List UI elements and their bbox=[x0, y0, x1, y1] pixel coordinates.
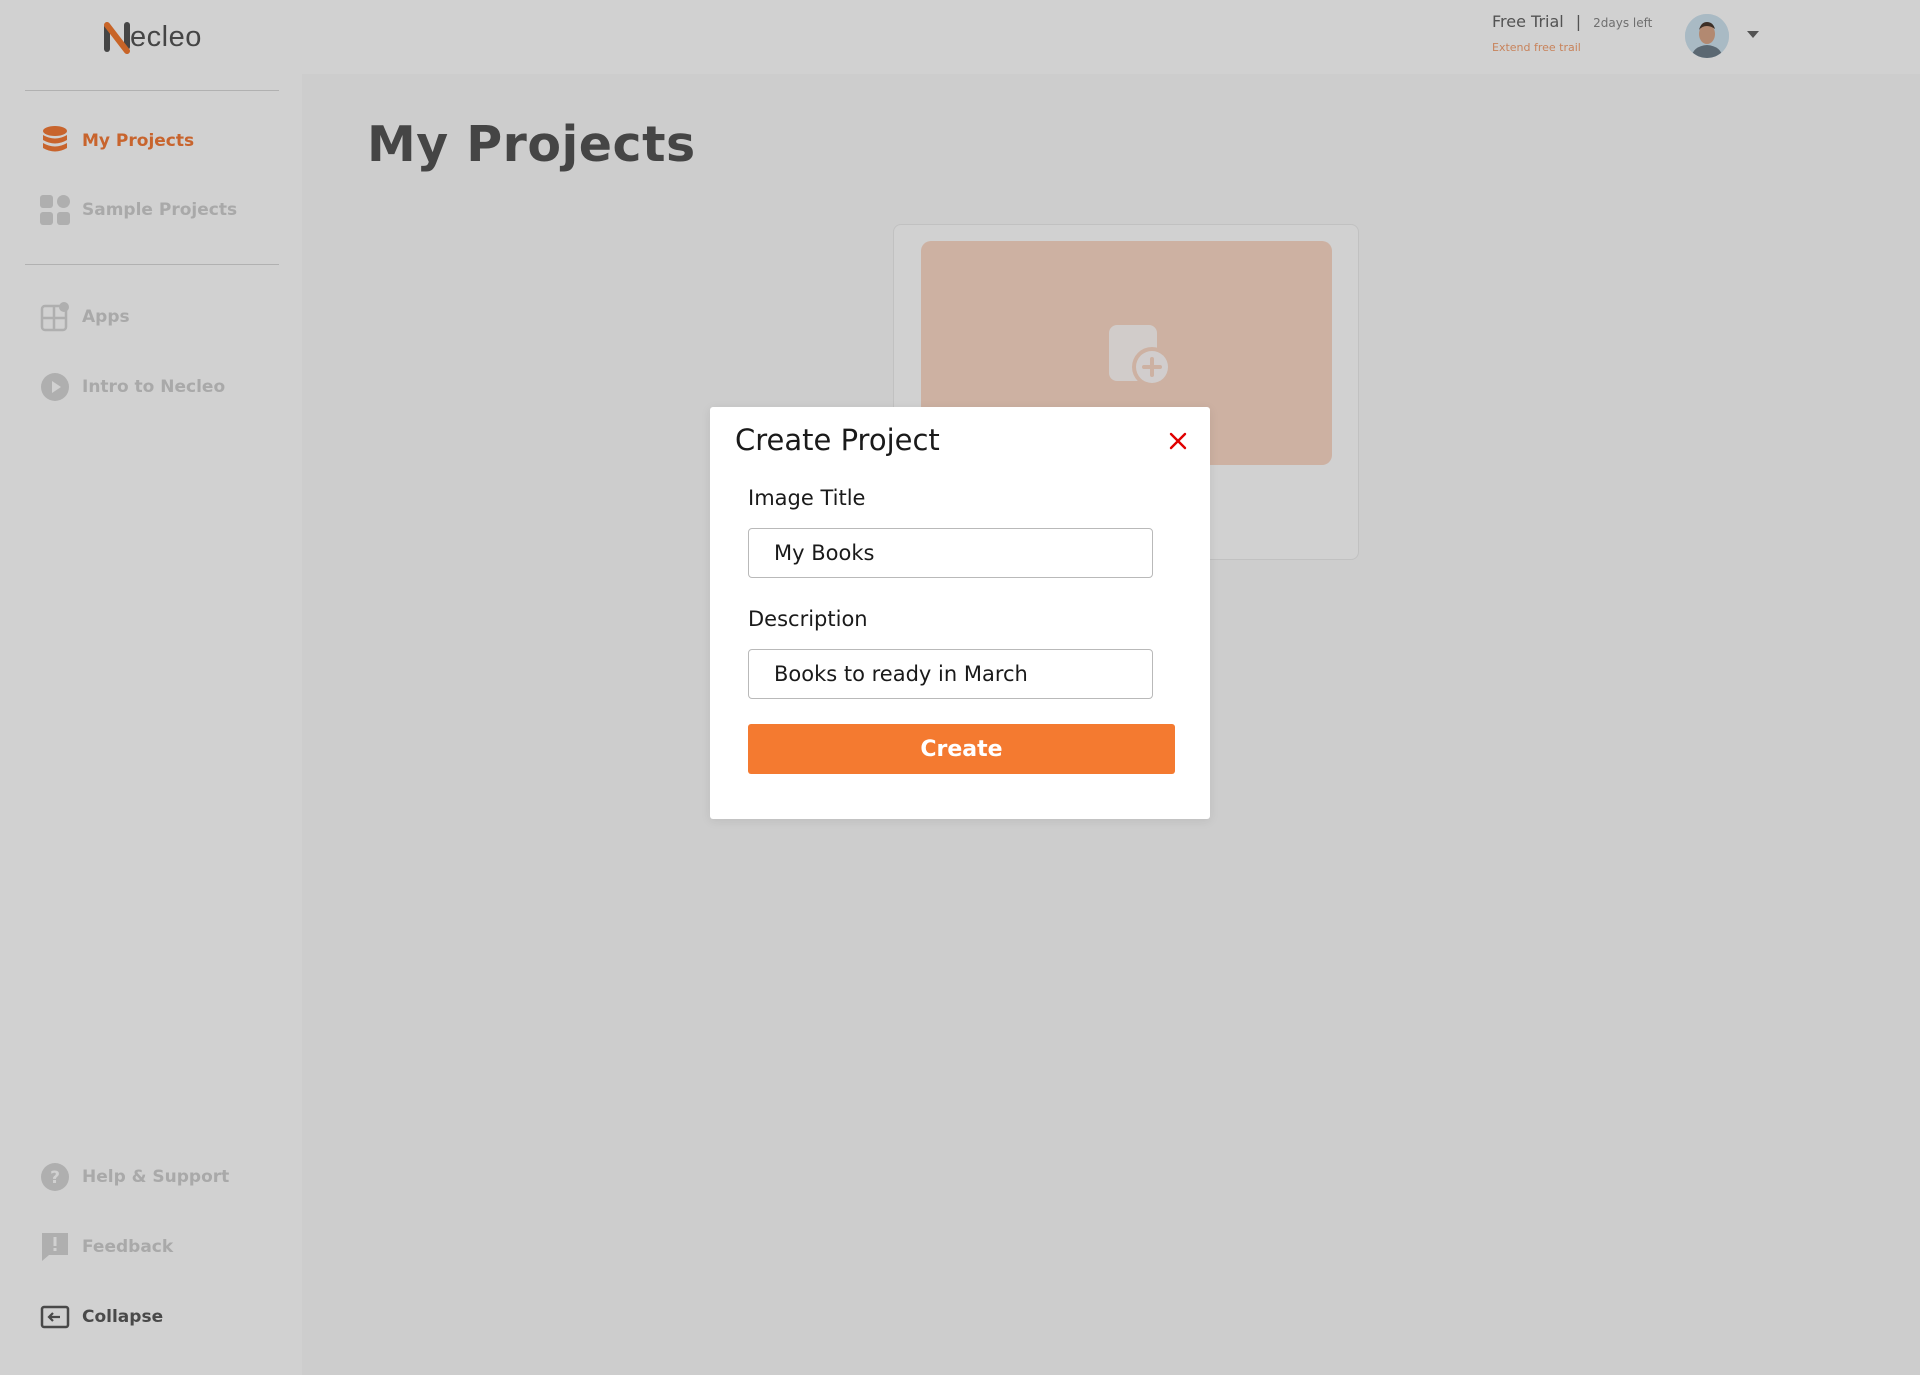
modal-title: Create Project bbox=[735, 423, 940, 457]
description-input[interactable] bbox=[748, 649, 1153, 699]
app: ecleo My Projects Sample Projects Apps I… bbox=[0, 0, 1920, 1375]
image-title-input[interactable] bbox=[748, 528, 1153, 578]
image-title-label: Image Title bbox=[748, 486, 866, 510]
description-label: Description bbox=[748, 607, 868, 631]
create-project-modal: Create Project Image Title Description C… bbox=[710, 407, 1210, 819]
create-button[interactable]: Create bbox=[748, 724, 1175, 774]
close-icon[interactable] bbox=[1166, 429, 1190, 453]
